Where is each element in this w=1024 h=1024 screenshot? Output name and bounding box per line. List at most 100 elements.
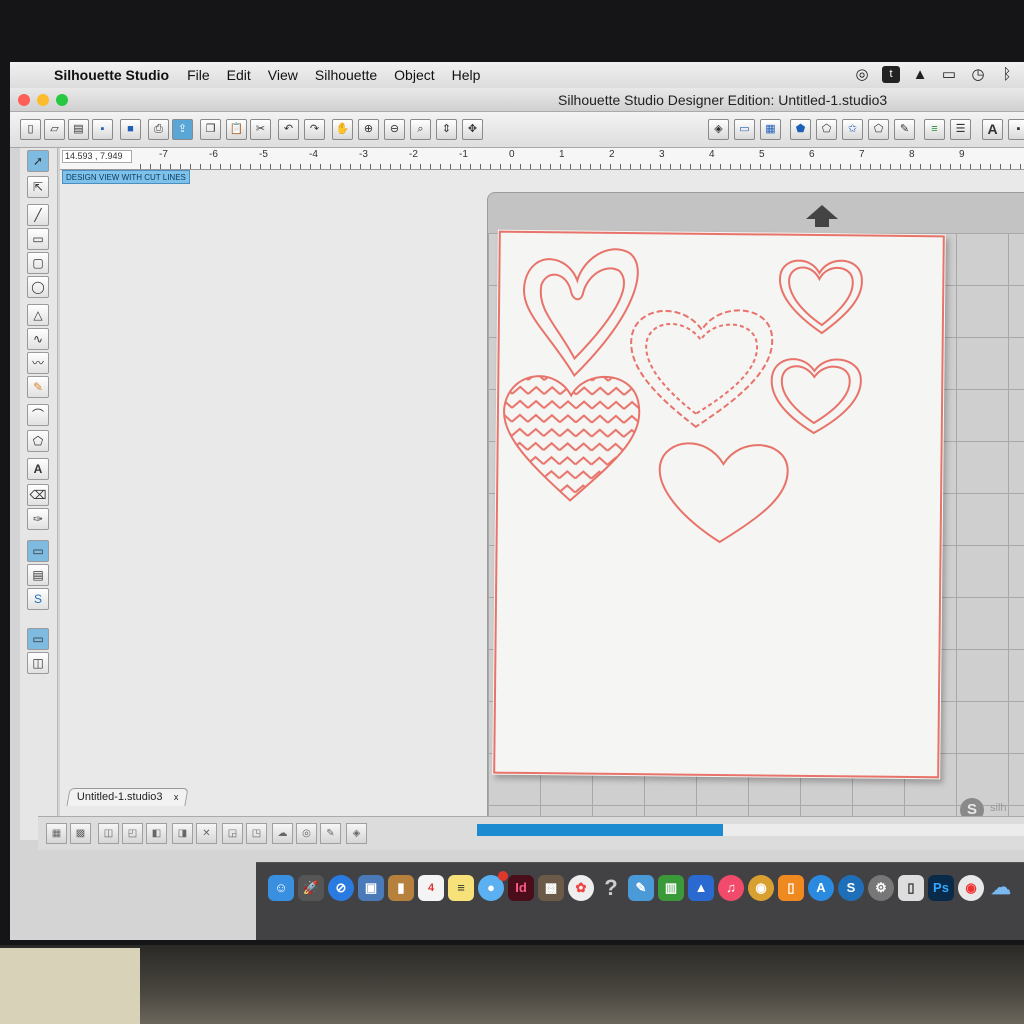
photos-icon[interactable]: ✿ (568, 875, 594, 901)
arc-tool-icon[interactable]: ⌒ (27, 404, 49, 426)
eraser-tool-icon[interactable]: ⌫ (27, 484, 49, 506)
zoom-window-button[interactable] (56, 94, 68, 106)
zoom-select-icon[interactable]: ⌕ (410, 119, 431, 140)
line-tool-icon[interactable]: ╱ (27, 204, 49, 226)
ibooks-icon[interactable]: ▯ (778, 875, 804, 901)
preview-icon[interactable]: ▣ (358, 875, 384, 901)
bluetooth-icon[interactable]: ᛒ (998, 66, 1016, 83)
library-icon[interactable]: ▤ (68, 119, 89, 140)
launchpad-icon[interactable]: 🚀 (298, 875, 324, 901)
knife-tool-icon[interactable]: ✑ (27, 508, 49, 530)
transform-icon[interactable]: ▪ (1008, 119, 1024, 140)
messages-icon[interactable]: ● (478, 871, 508, 901)
fit-to-page-icon[interactable]: ✥ (462, 119, 483, 140)
line-style-icon[interactable]: ☰ (950, 119, 971, 140)
menu-view[interactable]: View (268, 67, 298, 83)
close-tab-icon[interactable]: x (174, 789, 179, 806)
itunes-icon[interactable]: ♫ (718, 875, 744, 901)
split-view-icon[interactable]: ◫ (27, 652, 49, 674)
drag-zoom-icon[interactable]: ⇕ (436, 119, 457, 140)
trace-icon[interactable]: ✎ (320, 823, 341, 844)
copy-icon[interactable]: ❐ (200, 119, 221, 140)
zoom-out-icon[interactable]: ⊖ (384, 119, 405, 140)
system-preferences-icon[interactable]: ⚙ (868, 875, 894, 901)
offset-icon[interactable]: ◎ (296, 823, 317, 844)
finder-icon[interactable]: ☺ (268, 875, 294, 901)
media-page[interactable] (492, 229, 946, 780)
drive-icon[interactable]: ▲ (911, 66, 929, 83)
paste-icon[interactable]: 📋 (226, 119, 247, 140)
smooth-freehand-icon[interactable]: ✎ (27, 376, 49, 398)
text-edit-icon[interactable]: ✎ (628, 875, 654, 901)
rectangle-tool-icon[interactable]: ▭ (27, 228, 49, 250)
keynote-icon[interactable]: ▲ (688, 875, 714, 901)
regular-polygon-icon[interactable]: ⬠ (27, 430, 49, 452)
group-icon[interactable]: ◫ (98, 823, 119, 844)
menu-app-name[interactable]: Silhouette Studio (54, 67, 169, 83)
menu-help[interactable]: Help (452, 67, 481, 83)
ellipse-tool-icon[interactable]: ◯ (27, 276, 49, 298)
ungroup-icon[interactable]: ◰ (122, 823, 143, 844)
fill-color-icon[interactable]: ◈ (708, 119, 729, 140)
star-shape-icon[interactable]: ✩ (842, 119, 863, 140)
undo-icon[interactable]: ↶ (278, 119, 299, 140)
numbers-icon[interactable]: ▥ (658, 875, 684, 901)
delete-icon[interactable]: ✕ (196, 823, 217, 844)
app-store-icon[interactable]: A (808, 875, 834, 901)
deselect-icon[interactable]: ▩ (70, 823, 91, 844)
bring-to-front-icon[interactable]: ◲ (222, 823, 243, 844)
pen-style-icon[interactable]: ✎ (894, 119, 915, 140)
photoshop-icon[interactable]: Ps (928, 875, 954, 901)
notes-icon[interactable]: ≡ (448, 875, 474, 901)
grid-settings-icon[interactable]: ▦ (760, 119, 781, 140)
pan-hand-icon[interactable]: ✋ (332, 119, 353, 140)
zoom-in-icon[interactable]: ⊕ (358, 119, 379, 140)
send-to-silhouette-icon[interactable]: ⇪ (172, 119, 193, 140)
menu-silhouette[interactable]: Silhouette (315, 67, 377, 83)
text-style-icon[interactable]: A (982, 119, 1003, 140)
time-machine-icon[interactable]: ◷ (969, 66, 987, 83)
single-view-icon[interactable]: ▭ (27, 628, 49, 650)
airplay-icon[interactable]: ▭ (940, 66, 958, 83)
page-settings-icon[interactable]: ▭ (734, 119, 755, 140)
store-panel-icon[interactable]: S (27, 588, 49, 610)
new-document-icon[interactable]: ▯ (20, 119, 41, 140)
text-tool-tray-icon[interactable]: t (882, 66, 900, 83)
select-all-icon[interactable]: ▦ (46, 823, 67, 844)
maps-icon[interactable]: ◉ (748, 875, 774, 901)
minimize-window-button[interactable] (37, 94, 49, 106)
icloud-icon[interactable]: ☁ (988, 875, 1014, 901)
rounded-rectangle-tool-icon[interactable]: ▢ (27, 252, 49, 274)
silhouette-studio-dock-icon[interactable]: S (838, 875, 864, 901)
contacts-icon[interactable]: ▮ (388, 875, 414, 901)
cut-icon[interactable]: ✂ (250, 119, 271, 140)
creative-cloud-icon[interactable]: ◎ (853, 66, 871, 83)
select-tool-icon[interactable]: ➚ (27, 150, 49, 172)
curve-tool-icon[interactable]: ∿ (27, 328, 49, 350)
shape-options-icon[interactable]: ⬠ (868, 119, 889, 140)
document-tab[interactable]: Untitled-1.studio3 x (66, 788, 189, 806)
edit-points-icon[interactable]: ⇱ (27, 176, 49, 198)
indesign-icon[interactable]: Id (508, 875, 534, 901)
safari-icon[interactable]: ⊘ (328, 875, 354, 901)
replicate-icon[interactable]: ◈ (346, 823, 367, 844)
send-to-back-icon[interactable]: ◳ (246, 823, 267, 844)
chrome-icon[interactable]: ◉ (958, 875, 984, 901)
menu-file[interactable]: File (187, 67, 210, 83)
save-icon[interactable]: ▪ (92, 119, 113, 140)
make-compound-icon[interactable]: ◧ (146, 823, 167, 844)
text-tool-icon[interactable]: A (27, 458, 49, 480)
library-panel-icon[interactable]: ▤ (27, 564, 49, 586)
polygon-tool-icon[interactable]: △ (27, 304, 49, 326)
close-window-button[interactable] (18, 94, 30, 106)
weld-icon[interactable]: ☁ (272, 823, 293, 844)
menu-edit[interactable]: Edit (227, 67, 251, 83)
release-compound-icon[interactable]: ◨ (172, 823, 193, 844)
redo-icon[interactable]: ↷ (304, 119, 325, 140)
calendar-icon[interactable]: 4 (418, 875, 444, 901)
print-icon[interactable]: ⎙ (148, 119, 169, 140)
save-library-icon[interactable]: ■ (120, 119, 141, 140)
photo-booth-icon[interactable]: ▩ (538, 875, 564, 901)
freehand-tool-icon[interactable]: 〰 (27, 352, 49, 374)
menu-object[interactable]: Object (394, 67, 434, 83)
